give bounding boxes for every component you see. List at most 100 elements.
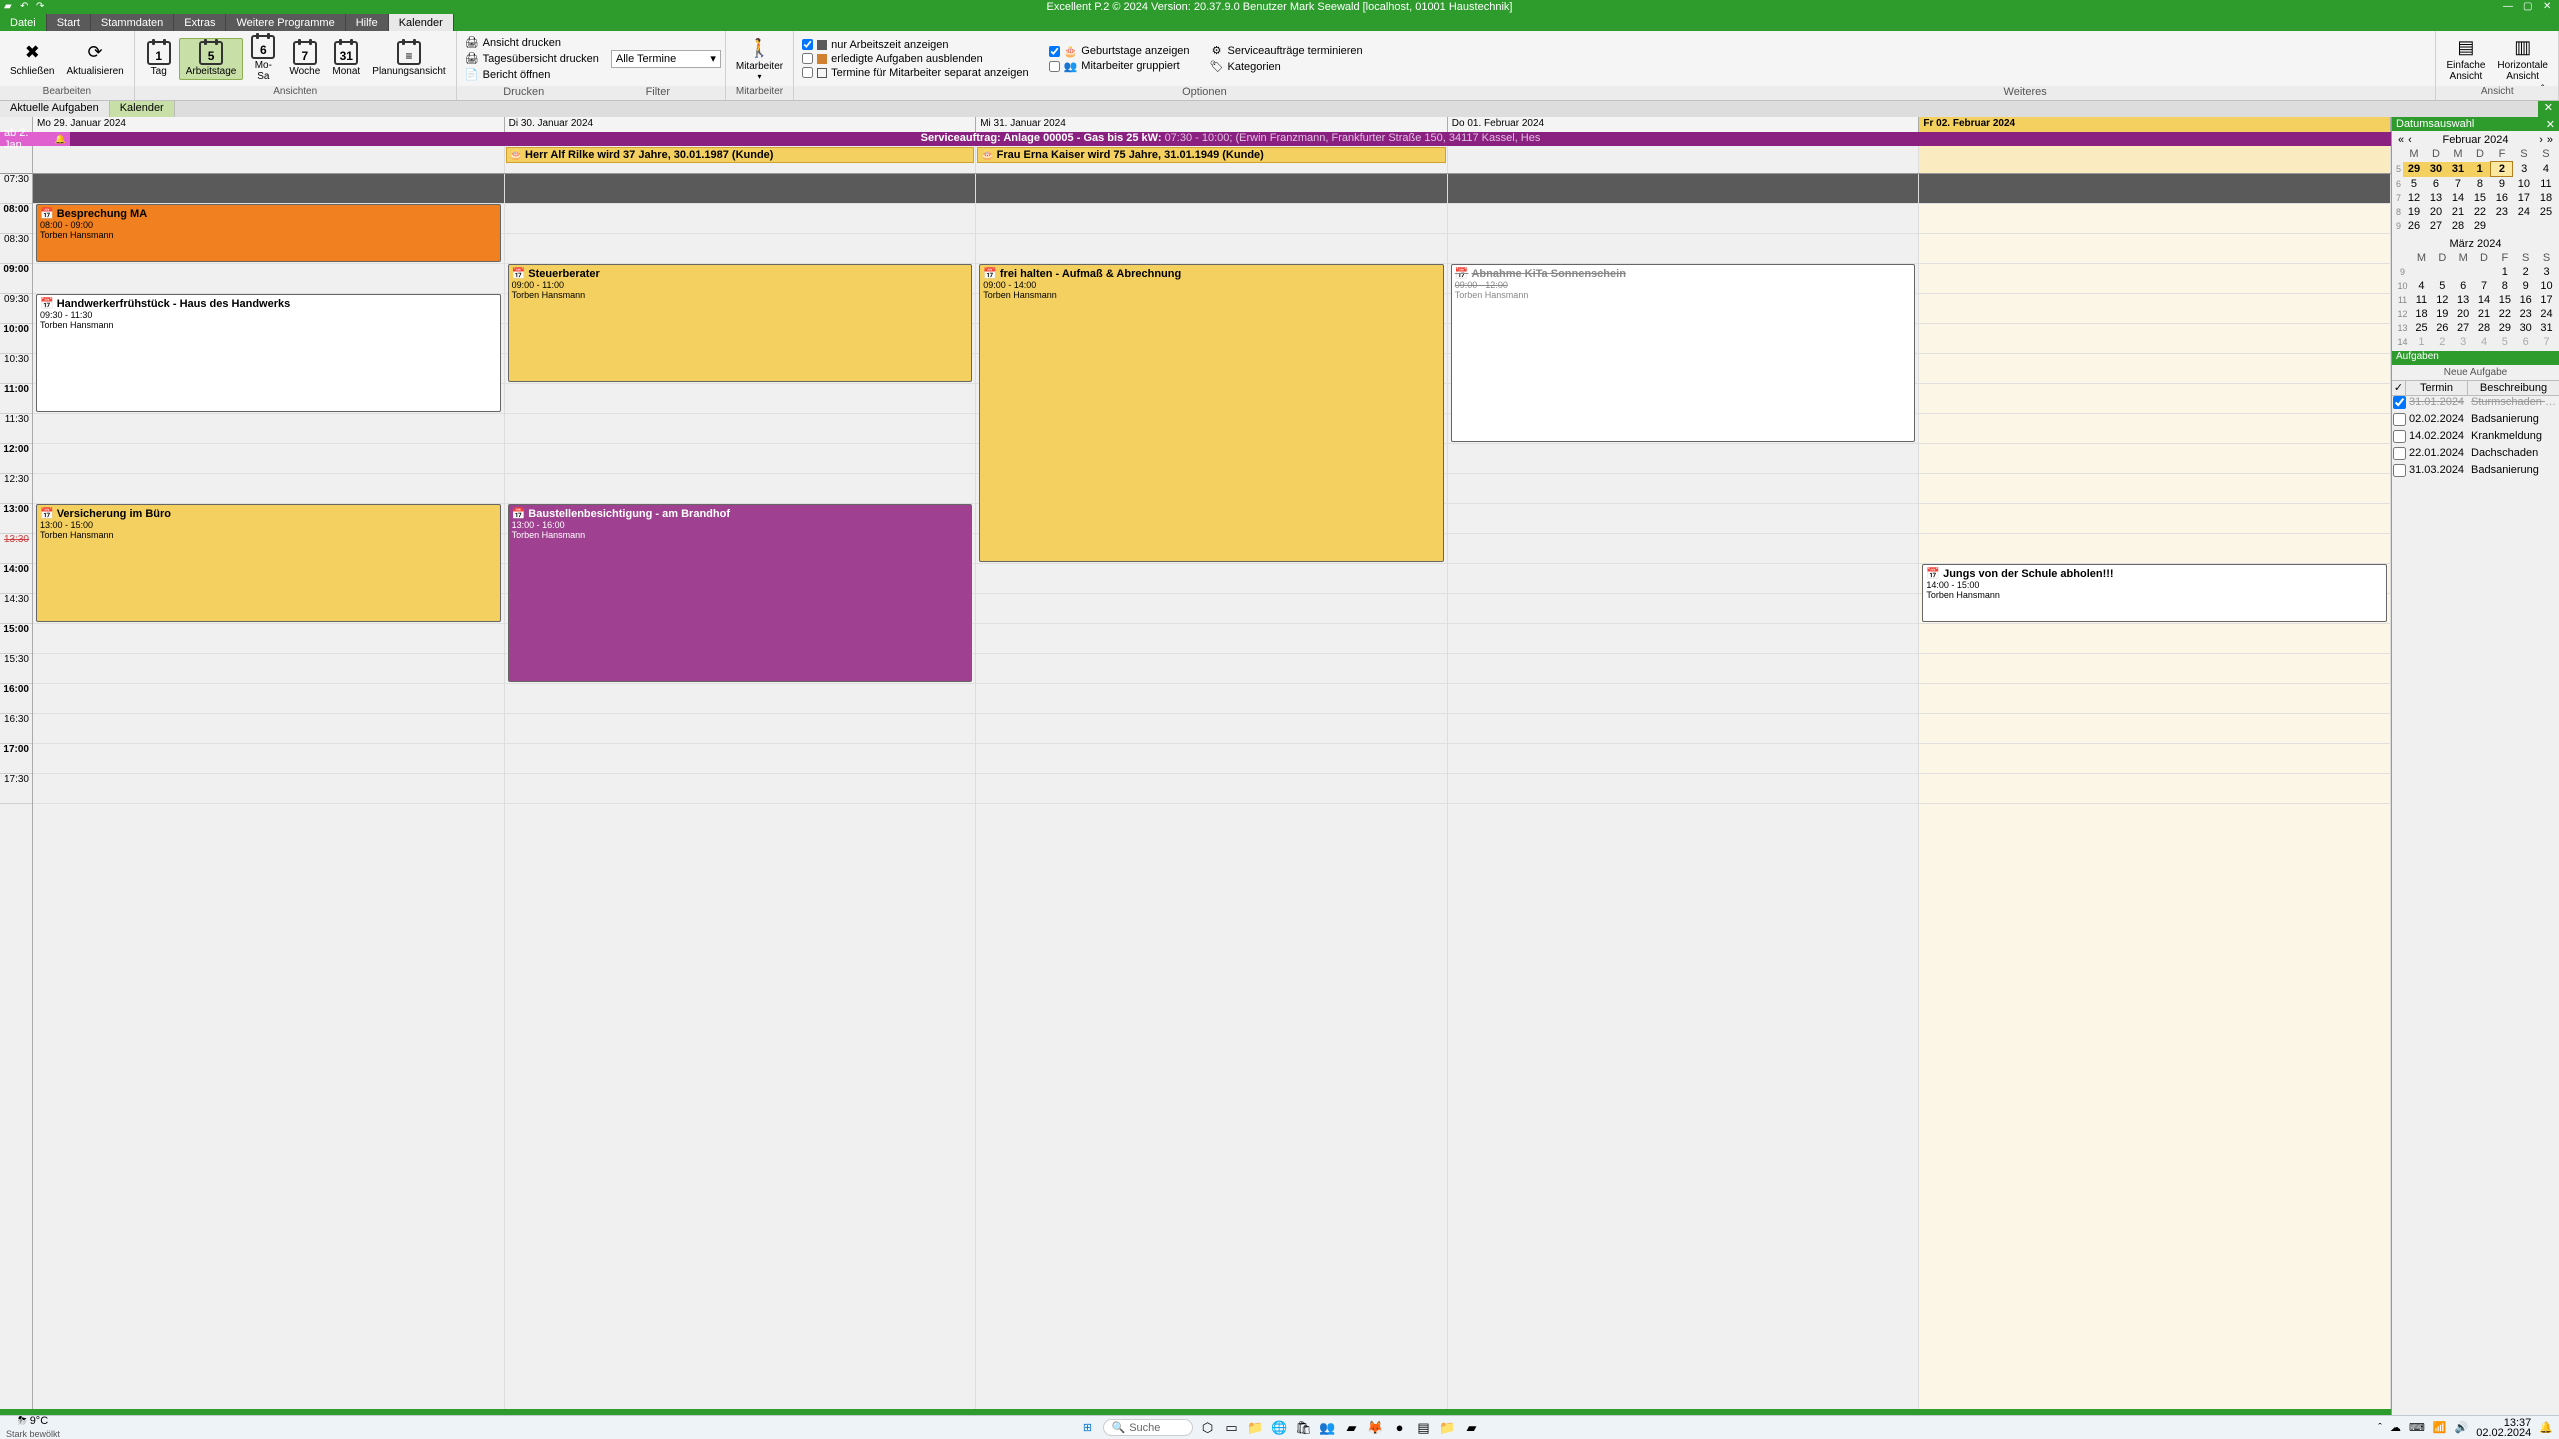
undo-icon[interactable]: ↶ bbox=[20, 1, 32, 13]
redo-icon[interactable]: ↷ bbox=[36, 1, 48, 13]
allday-fri[interactable] bbox=[1919, 146, 2391, 173]
task-row[interactable]: 31.03.2024Badsanierung bbox=[2392, 464, 2559, 481]
close-button[interactable]: ✖ Schließen bbox=[4, 39, 60, 79]
task-checkbox[interactable] bbox=[2393, 464, 2406, 477]
filter-dropdown[interactable]: Alle Termine ▾ bbox=[611, 50, 721, 68]
event-versicherung[interactable]: 📅Versicherung im Büro 13:00 - 15:00 Torb… bbox=[36, 504, 501, 622]
menu-start[interactable]: Start bbox=[47, 14, 91, 31]
task-checkbox[interactable] bbox=[2393, 413, 2406, 426]
mini-calendar-feb[interactable]: «‹ Februar 2024 ›» MDMDFSS 52930311234 6… bbox=[2392, 131, 2559, 235]
menu-stammdaten[interactable]: Stammdaten bbox=[91, 14, 174, 31]
allday-tue[interactable]: 🎂 Herr Alf Rilke wird 37 Jahre, 30.01.19… bbox=[505, 146, 977, 173]
horizontal-view-button[interactable]: ▥ Horizontale Ansicht bbox=[2491, 33, 2554, 84]
day-header-mon[interactable]: Mo 29. Januar 2024 bbox=[33, 117, 505, 132]
menu-datei[interactable]: Datei bbox=[0, 14, 47, 31]
refresh-button[interactable]: ⟳ Aktualisieren bbox=[60, 39, 129, 79]
menu-kalender[interactable]: Kalender bbox=[389, 14, 454, 31]
tray-chevron-icon[interactable]: ˆ bbox=[2378, 1422, 2382, 1434]
birthday-rilke[interactable]: 🎂 Herr Alf Rilke wird 37 Jahre, 30.01.19… bbox=[506, 147, 975, 163]
close-icon[interactable]: ✕ bbox=[2546, 118, 2555, 131]
tb-taskview-icon[interactable]: ▭ bbox=[1223, 1419, 1241, 1437]
day-header-thu[interactable]: Do 01. Februar 2024 bbox=[1448, 117, 1920, 132]
opt-birthdays-checkbox[interactable]: 🎂Geburtstage anzeigen bbox=[1045, 44, 1194, 59]
tb-firefox-icon[interactable]: 🦊 bbox=[1367, 1419, 1385, 1437]
tray-wifi-icon[interactable]: 📶 bbox=[2433, 1421, 2447, 1434]
event-freihalten[interactable]: 📅frei halten - Aufmaß & Abrechnung 09:00… bbox=[979, 264, 1444, 562]
event-besprechung[interactable]: 📅Besprechung MA 08:00 - 09:00 Torben Han… bbox=[36, 204, 501, 262]
tb-app1-icon[interactable]: ▰ bbox=[1343, 1419, 1361, 1437]
day-header-fri[interactable]: Fr 02. Februar 2024 bbox=[1919, 117, 2391, 132]
opt-grouped-checkbox[interactable]: 👥Mitarbeiter gruppiert bbox=[1045, 59, 1194, 74]
tray-lang-icon[interactable]: ⌨ bbox=[2409, 1421, 2425, 1434]
open-report-button[interactable]: 📄Bericht öffnen bbox=[461, 67, 603, 83]
maximize-icon[interactable]: ▢ bbox=[2523, 1, 2535, 13]
menu-weitere[interactable]: Weitere Programme bbox=[226, 14, 345, 31]
search-input[interactable]: 🔍 Suche bbox=[1103, 1419, 1193, 1436]
view-month-button[interactable]: 31 Monat bbox=[326, 39, 366, 79]
tb-folder-icon[interactable]: 📁 bbox=[1439, 1419, 1457, 1437]
day-col-mon[interactable]: 📅Besprechung MA 08:00 - 09:00 Torben Han… bbox=[33, 174, 505, 1409]
view-workdays-button[interactable]: 5 Arbeitstage bbox=[179, 38, 244, 80]
allday-thu[interactable] bbox=[1448, 146, 1920, 173]
event-baustelle[interactable]: 📅Baustellenbesichtigung - am Brandhof 13… bbox=[508, 504, 973, 682]
tb-store-icon[interactable]: 🛍 bbox=[1295, 1419, 1313, 1437]
tb-app2-icon[interactable]: ● bbox=[1391, 1419, 1409, 1437]
view-planning-button[interactable]: ≡ Planungsansicht bbox=[366, 39, 451, 79]
view-day-button[interactable]: 1 Tag bbox=[139, 39, 179, 79]
event-abnahme[interactable]: 📅Abnahme KiTa Sonnenschein 09:00 - 12:00… bbox=[1451, 264, 1916, 442]
print-daily-button[interactable]: 🖨Tagesübersicht drucken bbox=[461, 51, 603, 67]
task-checkbox[interactable] bbox=[2393, 447, 2406, 460]
allday-wed[interactable]: 🎂 Frau Erna Kaiser wird 75 Jahre, 31.01.… bbox=[976, 146, 1448, 173]
mini-calendar-mar[interactable]: März 2024 MDMDFSS 9123 1045678910 111112… bbox=[2392, 235, 2559, 351]
new-task-button[interactable]: Neue Aufgabe bbox=[2392, 365, 2559, 380]
next-month-icon[interactable]: » bbox=[2545, 134, 2555, 146]
close-icon[interactable]: ✕ bbox=[2543, 1, 2555, 13]
next-icon[interactable]: › bbox=[2537, 134, 2545, 146]
tray-volume-icon[interactable]: 🔊 bbox=[2455, 1421, 2469, 1434]
day-col-fri[interactable]: 📅Jungs von der Schule abholen!!! 14:00 -… bbox=[1919, 174, 2391, 1409]
event-handwerker[interactable]: 📅Handwerkerfrühstück - Haus des Handwerk… bbox=[36, 294, 501, 412]
print-view-button[interactable]: 🖨Ansicht drucken bbox=[461, 35, 603, 51]
prev-icon[interactable]: ‹ bbox=[2406, 134, 2414, 146]
day-col-tue[interactable]: 📅Steuerberater 09:00 - 11:00 Torben Hans… bbox=[505, 174, 977, 1409]
day-col-thu[interactable]: 📅Abnahme KiTa Sonnenschein 09:00 - 12:00… bbox=[1448, 174, 1920, 1409]
opt-workhours-checkbox[interactable]: nur Arbeitszeit anzeigen bbox=[798, 38, 1032, 52]
task-row[interactable]: 31.01.2024Sturmschaden angucken bbox=[2392, 396, 2559, 413]
opt-separate-checkbox[interactable]: Termine für Mitarbeiter separat anzeigen bbox=[798, 66, 1032, 80]
day-header-wed[interactable]: Mi 31. Januar 2024 bbox=[976, 117, 1448, 132]
close-tab-icon[interactable]: ✕ bbox=[2538, 101, 2559, 117]
task-row[interactable]: 02.02.2024Badsanierung bbox=[2392, 413, 2559, 430]
menu-hilfe[interactable]: Hilfe bbox=[346, 14, 389, 31]
collapse-ribbon-icon[interactable]: ˆ bbox=[2541, 84, 2555, 98]
tab-aktuelle-aufgaben[interactable]: Aktuelle Aufgaben bbox=[0, 101, 110, 117]
task-row[interactable]: 22.01.2024Dachschaden bbox=[2392, 447, 2559, 464]
task-checkbox[interactable] bbox=[2393, 396, 2406, 409]
tray-notifications-icon[interactable]: 🔔 bbox=[2539, 1421, 2553, 1434]
tb-app4-icon[interactable]: ▰ bbox=[1463, 1419, 1481, 1437]
service-order-bar[interactable]: ab 2. Jan. 🔔 Serviceauftrag: Anlage 0000… bbox=[0, 132, 2391, 146]
allday-mon[interactable] bbox=[33, 146, 505, 173]
day-header-tue[interactable]: Di 30. Januar 2024 bbox=[505, 117, 977, 132]
day-col-wed[interactable]: 📅frei halten - Aufmaß & Abrechnung 09:00… bbox=[976, 174, 1448, 1409]
tb-app3-icon[interactable]: ▤ bbox=[1415, 1419, 1433, 1437]
tb-teams-icon[interactable]: 👥 bbox=[1319, 1419, 1337, 1437]
event-jungs[interactable]: 📅Jungs von der Schule abholen!!! 14:00 -… bbox=[1922, 564, 2387, 622]
tab-kalender[interactable]: Kalender bbox=[110, 101, 175, 117]
opt-completed-checkbox[interactable]: erledigte Aufgaben ausblenden bbox=[798, 52, 1032, 66]
view-mosa-button[interactable]: 6 Mo- Sa bbox=[243, 33, 283, 84]
minimize-icon[interactable]: — bbox=[2503, 1, 2515, 13]
simple-view-button[interactable]: ▤ Einfache Ansicht bbox=[2440, 33, 2491, 84]
tb-explorer-icon[interactable]: 📁 bbox=[1247, 1419, 1265, 1437]
menu-extras[interactable]: Extras bbox=[174, 14, 226, 31]
tray-onedrive-icon[interactable]: ☁ bbox=[2390, 1421, 2401, 1434]
opt-categories-button[interactable]: 🏷Kategorien bbox=[1206, 59, 1367, 75]
tb-copilot-icon[interactable]: ⬡ bbox=[1199, 1419, 1217, 1437]
employees-button[interactable]: 🚶 Mitarbeiter ▾ bbox=[730, 34, 789, 83]
task-checkbox[interactable] bbox=[2393, 430, 2406, 443]
task-row[interactable]: 14.02.2024Krankmeldung bbox=[2392, 430, 2559, 447]
prev-month-icon[interactable]: « bbox=[2396, 134, 2406, 146]
birthday-kaiser[interactable]: 🎂 Frau Erna Kaiser wird 75 Jahre, 31.01.… bbox=[977, 147, 1446, 163]
weather-widget[interactable]: ⛈9°C Stark bewölkt bbox=[0, 1417, 60, 1439]
event-steuerberater[interactable]: 📅Steuerberater 09:00 - 11:00 Torben Hans… bbox=[508, 264, 973, 382]
clock[interactable]: 13:37 02.02.2024 bbox=[2476, 1418, 2531, 1438]
